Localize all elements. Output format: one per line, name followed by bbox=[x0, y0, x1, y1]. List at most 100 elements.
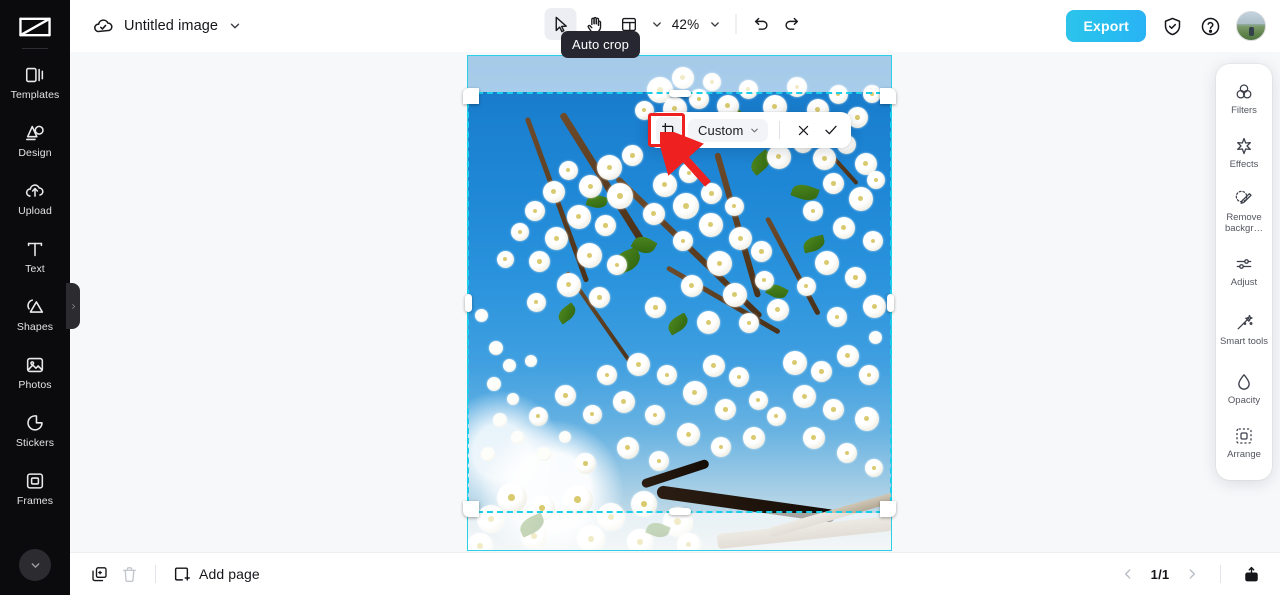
check-icon bbox=[825, 125, 838, 135]
sidebar-item-upload[interactable]: Upload bbox=[0, 169, 70, 227]
right-panel-item-label: Filters bbox=[1231, 104, 1257, 116]
sidebar-item-templates[interactable]: Templates bbox=[0, 53, 70, 111]
left-sidebar: Templates Design Upload Text Shapes Phot… bbox=[0, 0, 70, 595]
zoom-level-value[interactable]: 42% bbox=[669, 17, 703, 32]
tools-dropdown-button[interactable] bbox=[647, 8, 667, 40]
undo-arrow-icon bbox=[754, 17, 768, 30]
bottom-bar: Add page 1/1 bbox=[70, 552, 1280, 595]
sidebar-item-label: Photos bbox=[18, 378, 52, 391]
crop-confirm-button[interactable] bbox=[819, 118, 843, 142]
crop-toolbar[interactable]: Custom bbox=[648, 112, 852, 148]
canvas-area[interactable]: Custom bbox=[70, 52, 1280, 552]
adjust-sliders-icon bbox=[1234, 254, 1254, 274]
bottom-bar-divider bbox=[155, 565, 156, 583]
effects-sparkle-icon bbox=[1234, 136, 1254, 156]
sidebar-item-label: Shapes bbox=[16, 320, 54, 333]
sidebar-item-label: Text bbox=[25, 262, 45, 275]
panel-collapse-handle[interactable] bbox=[66, 283, 80, 329]
chevron-down-icon bbox=[230, 23, 240, 29]
topbar-divider bbox=[735, 14, 737, 34]
delete-page-button[interactable] bbox=[114, 559, 144, 589]
export-page-button[interactable] bbox=[1236, 559, 1266, 589]
sidebar-divider bbox=[22, 48, 48, 49]
next-page-button[interactable] bbox=[1179, 561, 1205, 587]
avatar-image bbox=[1237, 12, 1265, 24]
sidebar-item-label: Design bbox=[18, 146, 52, 159]
sidebar-item-label: Frames bbox=[16, 494, 54, 507]
tooltip-auto-crop: Auto crop bbox=[561, 31, 640, 58]
chevron-left-icon bbox=[1125, 569, 1131, 579]
auto-crop-button[interactable] bbox=[656, 117, 682, 143]
chevron-right-icon bbox=[1189, 569, 1195, 579]
design-icon bbox=[24, 122, 46, 144]
help-icon[interactable] bbox=[1198, 14, 1222, 38]
sidebar-item-design[interactable]: Design bbox=[0, 111, 70, 169]
undo-button[interactable] bbox=[748, 9, 776, 39]
bottom-bar-right-group: 1/1 bbox=[1115, 559, 1266, 589]
redo-arrow-icon bbox=[785, 17, 799, 30]
export-button[interactable]: Export bbox=[1066, 10, 1146, 42]
arrange-icon bbox=[1234, 426, 1254, 446]
frames-icon bbox=[24, 470, 46, 492]
bottom-bar-divider-right bbox=[1220, 565, 1221, 583]
trash-icon bbox=[122, 566, 136, 582]
topbar-right-group: Export bbox=[1066, 0, 1266, 52]
app-root: Templates Design Upload Text Shapes Phot… bbox=[0, 0, 1280, 595]
opacity-droplet-icon bbox=[1234, 372, 1254, 392]
photos-icon bbox=[24, 354, 46, 376]
cloud-saved-icon[interactable] bbox=[92, 15, 114, 37]
chevron-down-icon bbox=[751, 128, 759, 132]
right-panel-item-label: Opacity bbox=[1227, 394, 1261, 406]
crop-toolbar-divider bbox=[779, 121, 781, 139]
redo-button[interactable] bbox=[778, 9, 806, 39]
sidebar-item-label: Upload bbox=[18, 204, 52, 217]
right-panel-item-remove-background[interactable]: Remove backgr… bbox=[1216, 180, 1272, 244]
avatar-figure bbox=[1249, 27, 1254, 36]
right-panel-item-effects[interactable]: Effects bbox=[1216, 126, 1272, 180]
sidebar-scroll-down-button[interactable] bbox=[19, 549, 51, 581]
user-avatar[interactable] bbox=[1236, 11, 1266, 41]
right-panel-item-label: Adjust bbox=[1230, 276, 1258, 288]
close-x-icon bbox=[798, 125, 809, 135]
chevron-down-icon bbox=[652, 21, 661, 27]
crop-cancel-button[interactable] bbox=[791, 118, 815, 142]
duplicate-page-button[interactable] bbox=[84, 559, 114, 589]
sidebar-item-text[interactable]: Text bbox=[0, 227, 70, 285]
smart-tools-wand-icon bbox=[1234, 313, 1254, 333]
sidebar-item-stickers[interactable]: Stickers bbox=[0, 401, 70, 459]
right-panel-item-label: Effects bbox=[1229, 158, 1259, 170]
bottom-bar-left-group: Add page bbox=[70, 559, 260, 589]
right-panel-item-label: Arrange bbox=[1227, 448, 1261, 460]
templates-icon bbox=[24, 64, 46, 86]
sidebar-item-label: Templates bbox=[10, 88, 60, 101]
document-title-dropdown[interactable] bbox=[228, 19, 242, 33]
auto-crop-icon bbox=[662, 123, 675, 137]
right-panel-item-arrange[interactable]: Arrange bbox=[1216, 416, 1272, 470]
right-panel-item-adjust[interactable]: Adjust bbox=[1216, 244, 1272, 298]
prev-page-button[interactable] bbox=[1115, 561, 1141, 587]
document-title[interactable]: Untitled image bbox=[124, 18, 218, 34]
add-page-button[interactable]: Add page bbox=[171, 564, 260, 584]
right-tools-panel: Filters Effects Remove backgr… Adjust Sm… bbox=[1216, 64, 1272, 480]
filters-icon bbox=[1234, 82, 1254, 102]
chevron-down-icon bbox=[710, 21, 719, 27]
crop-ratio-dropdown[interactable]: Custom bbox=[688, 118, 769, 142]
right-panel-item-filters[interactable]: Filters bbox=[1216, 72, 1272, 126]
stickers-icon bbox=[24, 412, 46, 434]
add-page-label: Add page bbox=[199, 566, 260, 582]
sidebar-item-frames[interactable]: Frames bbox=[0, 459, 70, 517]
shield-check-icon[interactable] bbox=[1160, 14, 1184, 38]
upload-cloud-icon bbox=[24, 180, 46, 202]
sidebar-item-photos[interactable]: Photos bbox=[0, 343, 70, 401]
zoom-dropdown-button[interactable] bbox=[705, 8, 725, 40]
chevron-right-icon bbox=[71, 303, 75, 309]
capcut-logo-icon[interactable] bbox=[13, 12, 57, 42]
right-panel-item-smart-tools[interactable]: Smart tools bbox=[1216, 298, 1272, 362]
sidebar-item-label: Stickers bbox=[15, 436, 55, 449]
sidebar-item-shapes[interactable]: Shapes bbox=[0, 285, 70, 343]
right-panel-item-opacity[interactable]: Opacity bbox=[1216, 362, 1272, 416]
text-icon bbox=[24, 238, 46, 260]
crop-ratio-label: Custom bbox=[698, 122, 744, 138]
question-circle-icon bbox=[1201, 17, 1219, 35]
top-toolbar: Untitled image 42% Export bbox=[70, 0, 1280, 52]
